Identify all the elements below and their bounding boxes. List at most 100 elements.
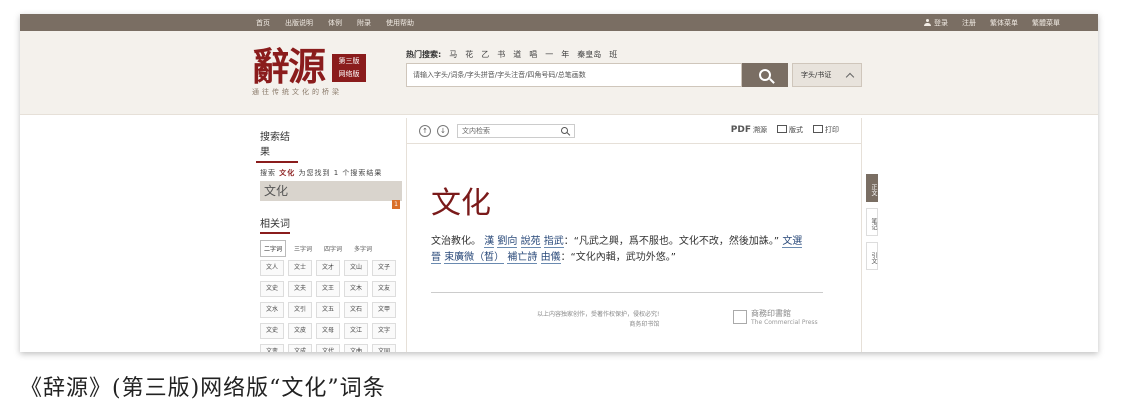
tab-four-char[interactable]: 四字词 xyxy=(320,240,346,257)
user-icon xyxy=(924,18,931,26)
side-tab-citations[interactable]: 引文 xyxy=(866,242,878,270)
related-word[interactable]: 文五 xyxy=(316,302,340,318)
search-icon xyxy=(759,69,771,81)
source-link[interactable]: 說苑 xyxy=(520,236,541,248)
left-panel: 搜索结果 搜索 文化 为您找到 1 个搜索结果 文化 1 相关词 二字词 三字词… xyxy=(256,122,406,352)
figure-caption: 《辞源》(第三版)网络版“文化”词条 xyxy=(20,376,386,401)
related-word[interactable]: 文王 xyxy=(316,281,340,297)
pdf-icon: PDF xyxy=(730,125,751,135)
hot-term[interactable]: 书 xyxy=(497,49,505,60)
source-link[interactable]: 束廣微 xyxy=(444,252,475,264)
related-word[interactable]: 文才 xyxy=(316,260,340,276)
print-button[interactable]: 打印 xyxy=(813,125,839,135)
source-link[interactable]: 由儀 xyxy=(540,252,561,264)
related-word[interactable]: 文皮 xyxy=(288,323,312,339)
search-type-select[interactable]: 字头/书证 xyxy=(792,63,862,87)
login-link[interactable]: 登录 xyxy=(924,18,948,28)
related-word[interactable]: 文木 xyxy=(344,281,368,297)
pdf-source-button[interactable]: PDF 溯源 xyxy=(731,125,767,135)
search-button[interactable] xyxy=(742,63,788,87)
nav-publishing-notes[interactable]: 出版说明 xyxy=(285,18,313,28)
register-link[interactable]: 注册 xyxy=(962,18,976,28)
result-item[interactable]: 文化 xyxy=(260,181,402,201)
source-link[interactable]: （晳） xyxy=(474,252,505,264)
source-link[interactable]: 晉 xyxy=(431,252,441,264)
related-words-grid: 文人 文士 文才 文山 文子 文史 文夫 文王 文木 文友 文水 文引 文五 文… xyxy=(260,260,396,352)
nav-help[interactable]: 使用帮助 xyxy=(386,18,414,28)
printer-icon xyxy=(813,125,823,133)
side-tab-main-text[interactable]: 正文 xyxy=(866,174,878,202)
in-text-search-input[interactable]: 文内检索 xyxy=(457,123,575,138)
related-word[interactable]: 文成 xyxy=(288,344,312,352)
related-word[interactable]: 文友 xyxy=(372,281,396,297)
nav-home[interactable]: 首页 xyxy=(256,18,270,28)
found-prefix: 搜索 xyxy=(260,169,276,177)
related-word[interactable]: 文史 xyxy=(260,281,284,297)
hot-term[interactable]: 乙 xyxy=(481,49,489,60)
hot-term[interactable]: 唱 xyxy=(529,49,537,60)
entry-panel: ↑ ↓ 文内检索 PDF 溯源 版式 打印 文化 文治教化。 漢 劉向 說苑 指武… xyxy=(406,118,862,352)
login-label: 登录 xyxy=(934,18,948,27)
hot-term[interactable]: 道 xyxy=(513,49,521,60)
hot-label: 热门搜索: xyxy=(406,50,442,59)
publisher-name-cn: 商務印書館 xyxy=(751,309,791,318)
publisher-logo: 商務印書館 The Commercial Press xyxy=(733,308,818,326)
tab-three-char[interactable]: 三字词 xyxy=(290,240,316,257)
results-title: 搜索结果 xyxy=(256,122,298,163)
related-word[interactable]: 文字 xyxy=(372,323,396,339)
related-word[interactable]: 文代 xyxy=(316,344,340,352)
related-word[interactable]: 文史 xyxy=(260,323,284,339)
simplified-menu-link[interactable]: 繁體菜單 xyxy=(1032,18,1060,28)
publisher-emblem-icon xyxy=(733,310,747,324)
related-word[interactable]: 文水 xyxy=(260,302,284,318)
nav-style-guide[interactable]: 体例 xyxy=(328,18,342,28)
nav-appendix[interactable]: 附录 xyxy=(357,18,371,28)
related-word[interactable]: 文甲 xyxy=(372,302,396,318)
search-input[interactable]: 请输入字头/词条/字头拼音/字头注音/四角号码/总笔画数 xyxy=(406,63,742,87)
layout-button[interactable]: 版式 xyxy=(777,125,803,135)
hot-term[interactable]: 一 xyxy=(545,49,553,60)
related-word[interactable]: 文母 xyxy=(316,323,340,339)
tab-two-char[interactable]: 二字词 xyxy=(260,240,287,257)
source-link[interactable]: 劉向 xyxy=(497,236,518,248)
source-link[interactable]: 文選 xyxy=(782,236,803,248)
related-word[interactable]: 文曲 xyxy=(344,344,368,352)
related-word[interactable]: 文江 xyxy=(344,323,368,339)
results-summary: 搜索 文化 为您找到 1 个搜索结果 xyxy=(256,163,406,181)
top-nav: 首页 出版说明 体例 附录 使用帮助 xyxy=(256,18,414,28)
related-word[interactable]: 文石 xyxy=(344,302,368,318)
related-word[interactable]: 文子 xyxy=(372,260,396,276)
arrow-up-icon[interactable]: ↑ xyxy=(419,124,431,137)
source-link[interactable]: 指武 xyxy=(543,236,564,248)
hot-term[interactable]: 马 xyxy=(449,49,457,60)
tab-multi-char[interactable]: 多字词 xyxy=(350,240,376,257)
entry-toolbar: ↑ ↓ 文内检索 PDF 溯源 版式 打印 xyxy=(407,118,861,144)
related-word[interactable]: 文人 xyxy=(260,260,284,276)
print-label: 打印 xyxy=(825,126,839,134)
traditional-menu-link[interactable]: 繁体菜单 xyxy=(990,18,1018,28)
related-word[interactable]: 文引 xyxy=(288,302,312,318)
related-word[interactable]: 文山 xyxy=(344,260,368,276)
hot-term[interactable]: 年 xyxy=(561,49,569,60)
found-suffix: 为您找到 1 个搜索结果 xyxy=(298,169,383,177)
hot-term[interactable]: 花 xyxy=(465,49,473,60)
screenshot-frame: 首页 出版说明 体例 附录 使用帮助 登录 注册 繁体菜单 繁體菜單 辭源 第三… xyxy=(20,14,1098,352)
entry-headword: 文化 xyxy=(431,186,491,221)
related-word[interactable]: 文同 xyxy=(372,344,396,352)
arrow-down-icon[interactable]: ↓ xyxy=(437,124,449,137)
hot-term[interactable]: 秦皇岛 xyxy=(577,49,601,60)
chevron-up-icon xyxy=(845,72,855,81)
hot-term[interactable]: 班 xyxy=(609,49,617,60)
related-word[interactable]: 文士 xyxy=(288,260,312,276)
related-word[interactable]: 文夫 xyxy=(288,281,312,297)
source-link[interactable]: 漢 xyxy=(484,236,495,248)
definition-text: ：“文化內輯，武功外悠。” xyxy=(560,252,676,263)
source-link[interactable]: 補亡詩 xyxy=(507,252,538,264)
publisher-name-en: The Commercial Press xyxy=(751,319,818,326)
side-tab-notes[interactable]: 笔记 xyxy=(866,208,878,236)
copyright-line-2: 商务印书馆 xyxy=(629,321,660,328)
top-navbar: 首页 出版说明 体例 附录 使用帮助 登录 注册 繁体菜单 繁體菜單 xyxy=(20,14,1098,31)
site-logo[interactable]: 辭源 第三版 网络版 通往传统文化的桥梁 xyxy=(252,45,370,107)
source-label: 溯源 xyxy=(753,126,767,134)
related-word[interactable]: 文变 xyxy=(260,344,284,352)
